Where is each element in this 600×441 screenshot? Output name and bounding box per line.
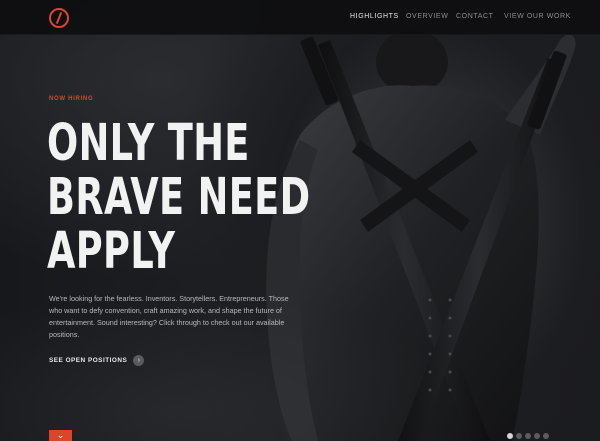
headline-line-2: BRAVE NEED	[47, 168, 311, 227]
headline-line-3: APPLY	[47, 222, 176, 281]
slider-dot-5[interactable]	[543, 433, 549, 439]
headline-line-1: ONLY THE	[47, 114, 250, 173]
now-hiring-eyebrow: NOW HIRING	[49, 96, 94, 102]
hero-body-text: We're looking for the fearless. Inventor…	[49, 294, 289, 339]
scroll-down-button[interactable]: ⌄	[49, 430, 72, 441]
slider-dot-1[interactable]	[507, 433, 513, 439]
cta-label: SEE OPEN POSITIONS	[49, 356, 128, 364]
slider-pagination	[507, 433, 552, 439]
slider-dot-3[interactable]	[525, 433, 531, 439]
slider-dot-2[interactable]	[516, 433, 522, 439]
nav-item-contact[interactable]: CONTACT	[456, 13, 494, 20]
chevron-down-icon: ⌄	[56, 430, 65, 440]
nav-item-overview[interactable]: OVERVIEW	[406, 13, 448, 20]
slider-dot-4[interactable]	[534, 433, 540, 439]
see-open-positions-link[interactable]: SEE OPEN POSITIONS ›	[49, 354, 145, 366]
chevron-right-icon[interactable]: ›	[133, 354, 145, 366]
nav-item-highlights[interactable]: HIGHLIGHTS	[350, 13, 399, 20]
slash-circle-logo-icon[interactable]	[49, 8, 69, 28]
nav-item-view-our-work[interactable]: VIEW OUR WORK	[504, 13, 571, 20]
top-nav-bar: HIGHLIGHTS OVERVIEW CONTACT VIEW OUR WOR…	[0, 0, 600, 35]
